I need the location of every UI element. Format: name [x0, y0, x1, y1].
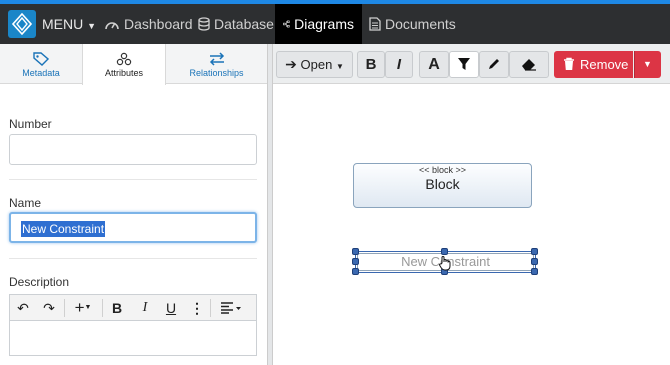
- caret-down-icon: ▼: [87, 21, 97, 31]
- open-button-label: Open: [300, 57, 333, 72]
- diagram-icon: [283, 20, 290, 28]
- app-logo-icon[interactable]: [8, 10, 36, 38]
- tab-attributes-label: Attributes: [104, 68, 144, 78]
- block-shape[interactable]: << block >> Block: [353, 163, 532, 208]
- hand-cursor-icon: [439, 256, 451, 271]
- resize-handle[interactable]: [531, 258, 538, 265]
- filter-button[interactable]: [449, 51, 479, 78]
- nav-dashboard-label: Dashboard: [124, 16, 193, 32]
- divider: [102, 299, 103, 317]
- bold-button[interactable]: B: [357, 51, 385, 78]
- resize-handle[interactable]: [441, 248, 448, 255]
- nav-documents-label: Documents: [385, 16, 456, 32]
- document-icon: [369, 17, 381, 31]
- circle-arrow-icon: ➔: [285, 56, 297, 72]
- pencil-icon: [489, 59, 499, 69]
- font-color-button[interactable]: A: [419, 51, 449, 78]
- divider: [210, 299, 211, 317]
- eraser-button[interactable]: [509, 51, 549, 78]
- caret-down-icon: ▼: [643, 59, 652, 69]
- pencil-button[interactable]: [479, 51, 509, 78]
- resize-handle[interactable]: [352, 268, 359, 275]
- properties-tabs: Metadata Attributes Relationships: [0, 44, 267, 85]
- resize-handle[interactable]: [352, 258, 359, 265]
- remove-dropdown-button[interactable]: ▼: [634, 51, 661, 78]
- number-input[interactable]: [9, 134, 257, 165]
- dashboard-icon: [105, 22, 119, 30]
- name-label: Name: [9, 196, 42, 210]
- filter-icon: [458, 58, 470, 70]
- bold-icon[interactable]: B: [108, 295, 126, 321]
- align-icon[interactable]: [216, 295, 246, 321]
- more-options-icon[interactable]: ⋮: [190, 295, 204, 321]
- undo-icon[interactable]: ↶: [14, 295, 32, 321]
- tab-metadata[interactable]: Metadata: [0, 44, 82, 84]
- nav-dashboard[interactable]: Dashboard: [104, 4, 193, 44]
- redo-icon[interactable]: ↷: [40, 295, 58, 321]
- remove-button[interactable]: Remove: [554, 51, 633, 78]
- properties-panel: Metadata Attributes Relationships Number…: [0, 44, 267, 365]
- divider: [9, 179, 257, 180]
- menu-label: MENU: [42, 16, 84, 32]
- nav-database-label: Database: [214, 16, 274, 32]
- top-navigation-bar: MENU ▼ Dashboard Database Diagrams Docum…: [0, 4, 670, 44]
- underline-icon[interactable]: U: [162, 295, 180, 321]
- diagram-canvas[interactable]: << block >> Block New Constraint: [273, 84, 670, 365]
- tag-icon: [33, 52, 49, 66]
- nav-diagrams-label: Diagrams: [294, 16, 354, 32]
- tab-relationships[interactable]: Relationships: [166, 44, 267, 84]
- block-name: Block: [425, 176, 460, 192]
- tab-metadata-label: Metadata: [22, 68, 60, 78]
- name-input-value: New Constraint: [21, 221, 106, 237]
- trash-icon: [564, 57, 574, 70]
- caret-down-icon: ▼: [335, 62, 344, 71]
- block-stereotype: << block >>: [418, 165, 467, 175]
- nav-documents[interactable]: Documents: [369, 4, 456, 44]
- insert-plus-icon[interactable]: +▼: [68, 295, 98, 321]
- menu-button[interactable]: MENU ▼: [42, 4, 96, 44]
- description-label: Description: [9, 275, 70, 289]
- resize-handle[interactable]: [531, 248, 538, 255]
- name-input[interactable]: New Constraint: [9, 212, 257, 243]
- diagram-toolbar: ➔ Open ▼ B I A Remove ▼: [273, 44, 670, 84]
- divider: [9, 258, 257, 259]
- open-button[interactable]: ➔ Open ▼: [276, 51, 353, 78]
- divider: [64, 299, 65, 317]
- resize-handle[interactable]: [352, 248, 359, 255]
- tab-relationships-label: Relationships: [189, 68, 244, 78]
- number-label: Number: [9, 117, 52, 131]
- description-editor-toolbar: ↶ ↷ +▼ B I U ⋮: [9, 294, 257, 320]
- relationships-icon: [209, 52, 224, 66]
- tab-attributes[interactable]: Attributes: [82, 44, 166, 85]
- resize-handle[interactable]: [531, 268, 538, 275]
- italic-icon[interactable]: I: [136, 295, 154, 321]
- nav-diagrams[interactable]: Diagrams: [275, 4, 362, 44]
- remove-button-label: Remove: [580, 57, 629, 72]
- italic-button[interactable]: I: [385, 51, 413, 78]
- attributes-icon: [116, 52, 132, 66]
- nav-database[interactable]: Database: [198, 4, 274, 44]
- eraser-icon: [522, 59, 536, 71]
- database-icon: [198, 17, 210, 31]
- description-editor[interactable]: [9, 320, 257, 356]
